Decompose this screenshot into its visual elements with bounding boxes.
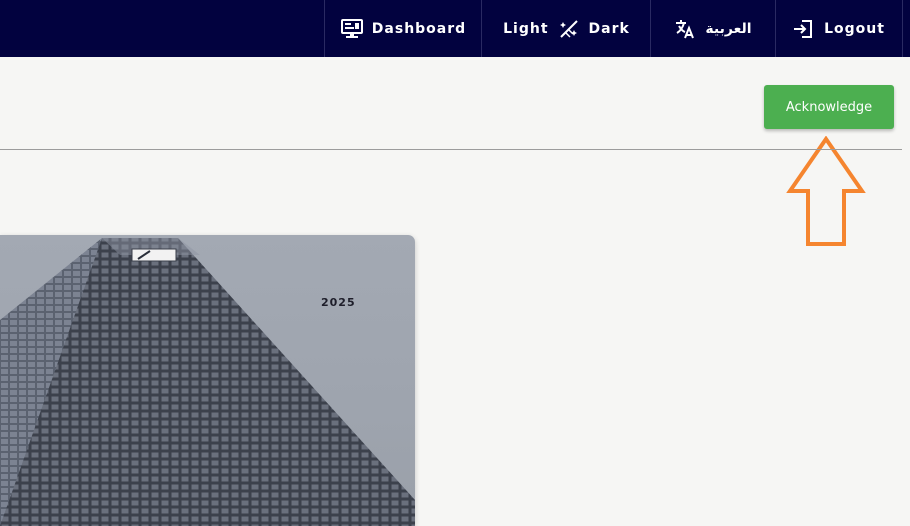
dashboard-nav-item[interactable]: Dashboard xyxy=(324,0,482,57)
logout-nav-item[interactable]: Logout xyxy=(775,0,903,57)
acknowledge-button[interactable]: Acknowledge xyxy=(764,85,894,129)
logout-icon xyxy=(793,19,813,39)
report-year: 2025 xyxy=(321,296,356,309)
dashboard-label: Dashboard xyxy=(371,20,467,37)
top-navigation-bar: Dashboard Light Dark العربية Logout xyxy=(0,0,910,57)
language-label: العربية xyxy=(705,20,752,37)
language-nav-item[interactable]: العربية xyxy=(650,0,776,57)
header-divider xyxy=(0,149,902,150)
theme-toggle-icon xyxy=(559,19,579,39)
report-cover-card[interactable]: 2025 xyxy=(0,235,415,526)
monitor-icon xyxy=(340,18,363,39)
theme-toggle-nav-item[interactable]: Light Dark xyxy=(481,0,651,57)
building-image xyxy=(0,238,415,526)
logout-label: Logout xyxy=(824,20,885,37)
dark-label: Dark xyxy=(588,20,630,37)
bank-logo-icon xyxy=(131,248,177,262)
light-label: Light xyxy=(503,20,549,37)
pointer-arrow-icon xyxy=(786,136,866,246)
translate-icon xyxy=(675,19,695,39)
